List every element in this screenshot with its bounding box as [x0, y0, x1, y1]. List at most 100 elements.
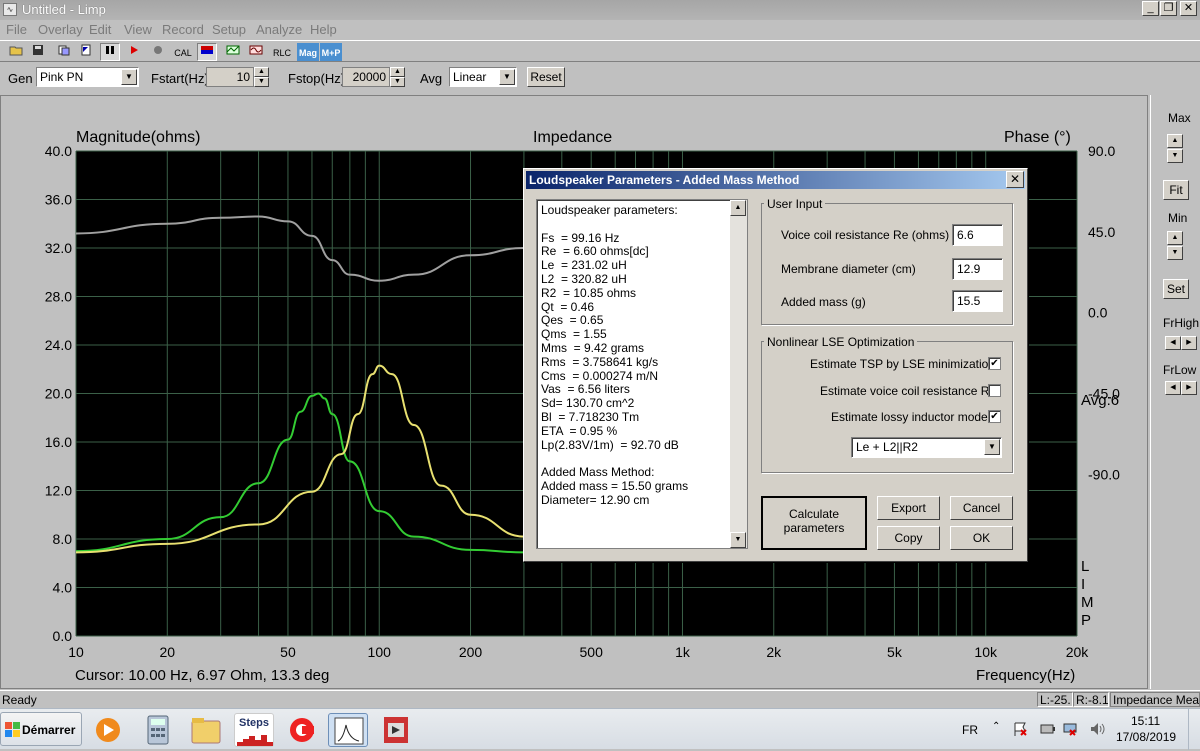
battery-icon[interactable] — [1039, 721, 1055, 737]
menu-edit[interactable]: Edit — [89, 22, 111, 37]
spin-down-icon[interactable]: ▼ — [254, 77, 269, 87]
clock-date[interactable]: 17/08/2019 — [1116, 730, 1176, 744]
re-field[interactable]: 6.6 — [952, 224, 1003, 246]
spin-up-icon[interactable]: ▲ — [390, 67, 405, 77]
min-up-button[interactable]: ▲ — [1167, 231, 1183, 245]
color-bars-icon[interactable] — [197, 43, 217, 61]
vlc-app-icon[interactable] — [376, 713, 416, 747]
close-button[interactable]: ✕ — [1180, 1, 1197, 16]
spin-down-icon[interactable]: ▼ — [390, 77, 405, 87]
menu-record[interactable]: Record — [162, 22, 204, 37]
max-down-button[interactable]: ▼ — [1167, 149, 1183, 163]
ccleaner-icon[interactable] — [282, 713, 322, 747]
media-player-icon[interactable] — [88, 713, 128, 747]
frhigh-right-button[interactable]: ▶ — [1181, 336, 1197, 350]
re-estimate-checkbox[interactable] — [988, 384, 1001, 397]
cancel-button[interactable]: Cancel — [950, 496, 1013, 520]
explorer-icon[interactable] — [186, 713, 226, 747]
network-icon[interactable] — [1062, 721, 1078, 737]
calculate-button[interactable]: Calculate parameters — [761, 496, 867, 550]
cal-button[interactable]: CAL — [172, 43, 194, 61]
menu-setup[interactable]: Setup — [212, 22, 246, 37]
fstart-field[interactable]: 10 — [206, 67, 254, 87]
steps-label: Steps — [239, 717, 269, 729]
copy-button[interactable]: Copy — [877, 526, 940, 550]
gen-select[interactable]: Pink PN ▼ — [36, 67, 139, 87]
chevron-down-icon[interactable]: ▼ — [121, 69, 137, 85]
diameter-field[interactable]: 12.9 — [952, 258, 1003, 280]
menu-file[interactable]: File — [6, 22, 27, 37]
chevron-up-icon[interactable]: ⌃ — [992, 721, 1000, 732]
mag-button[interactable]: Mag — [297, 43, 319, 61]
start-button[interactable]: Démarrer — [0, 712, 82, 746]
fstart-label: Fstart(Hz) — [151, 71, 209, 86]
fit-button[interactable]: Fit — [1163, 180, 1189, 200]
grid-green-icon[interactable] — [223, 43, 243, 61]
steps-app-icon[interactable]: Steps — [234, 713, 274, 747]
inductor-checkbox[interactable]: ✔ — [988, 410, 1001, 423]
set-button[interactable]: Set — [1163, 279, 1189, 299]
rlc-button[interactable]: RLC — [271, 43, 293, 61]
user-input-title: User Input — [764, 197, 826, 211]
show-desktop-button[interactable] — [1188, 709, 1200, 750]
export-button[interactable]: Export — [877, 496, 940, 520]
title-bar: ∿ Untitled - Limp _ ❐ ✕ — [0, 0, 1200, 20]
record-icon[interactable] — [148, 43, 168, 61]
scale-panel: Max ▲ ▼ Fit Min ▲ ▼ Set FrHigh ◀ ▶ FrLow… — [1150, 95, 1200, 689]
calculator-icon[interactable] — [138, 713, 178, 747]
minimize-button[interactable]: _ — [1142, 1, 1159, 16]
fstop-field[interactable]: 20000 — [342, 67, 390, 87]
reset-button[interactable]: Reset — [527, 67, 565, 87]
fstop-spinner[interactable]: ▲ ▼ — [390, 67, 405, 87]
fstart-spinner[interactable]: ▲ ▼ — [254, 67, 269, 87]
x-tick-label: 500 — [580, 644, 604, 660]
frhigh-left-button[interactable]: ◀ — [1165, 336, 1181, 350]
menu-help[interactable]: Help — [310, 22, 337, 37]
gen-value: Pink PN — [40, 70, 84, 84]
model-select[interactable]: Le + L2||R2 ▼ — [851, 437, 1002, 458]
wave-icon[interactable] — [246, 43, 266, 61]
ok-button[interactable]: OK — [950, 526, 1013, 550]
play-icon[interactable] — [124, 43, 144, 61]
x-tick-label: 50 — [280, 644, 296, 660]
overlay-icon[interactable] — [54, 43, 74, 61]
volume-icon[interactable] — [1089, 721, 1105, 737]
gen-label: Gen — [8, 71, 33, 86]
save-icon[interactable] — [28, 43, 48, 61]
tsp-checkbox[interactable]: ✔ — [988, 357, 1001, 370]
mp-button[interactable]: M+P — [320, 43, 342, 61]
chevron-down-icon[interactable]: ▼ — [499, 69, 515, 85]
status-l: L:-25. — [1037, 692, 1073, 707]
x-tick-label: 5k — [887, 644, 903, 660]
dialog-close-button[interactable]: ✕ — [1006, 171, 1024, 188]
pause-icon[interactable] — [100, 43, 120, 61]
limp-task-icon[interactable] — [328, 713, 368, 747]
toolbar: CAL RLC Mag M+P — [0, 40, 1200, 62]
status-text: Ready — [2, 693, 37, 707]
chevron-down-icon[interactable]: ▼ — [984, 439, 1000, 455]
scroll-up-icon[interactable]: ▲ — [730, 200, 746, 216]
flag-tray-icon[interactable] — [1012, 721, 1028, 737]
open-icon[interactable] — [6, 43, 26, 61]
added-mass-field[interactable]: 15.5 — [952, 290, 1003, 312]
clock-time[interactable]: 15:11 — [1131, 714, 1160, 728]
results-textbox[interactable]: Loudspeaker parameters: Fs = 99.16 Hz Re… — [536, 199, 748, 549]
avg-value: Linear — [453, 70, 487, 84]
flag-icon[interactable] — [76, 43, 96, 61]
results-scrollbar[interactable]: ▲ ▼ — [730, 200, 747, 548]
y-tick-label: 16.0 — [45, 434, 72, 450]
scroll-down-icon[interactable]: ▼ — [730, 532, 746, 548]
min-label: Min — [1168, 211, 1188, 225]
menu-view[interactable]: View — [124, 22, 152, 37]
restore-button[interactable]: ❐ — [1160, 1, 1177, 16]
menu-analyze[interactable]: Analyze — [256, 22, 302, 37]
frlow-left-button[interactable]: ◀ — [1165, 381, 1181, 395]
menu-overlay[interactable]: Overlay — [38, 22, 83, 37]
min-down-button[interactable]: ▼ — [1167, 246, 1183, 260]
windows-icon — [5, 722, 20, 737]
max-up-button[interactable]: ▲ — [1167, 134, 1183, 148]
frlow-right-button[interactable]: ▶ — [1181, 381, 1197, 395]
avg-select[interactable]: Linear ▼ — [449, 67, 517, 87]
language-indicator[interactable]: FR — [962, 723, 978, 737]
spin-up-icon[interactable]: ▲ — [254, 67, 269, 77]
